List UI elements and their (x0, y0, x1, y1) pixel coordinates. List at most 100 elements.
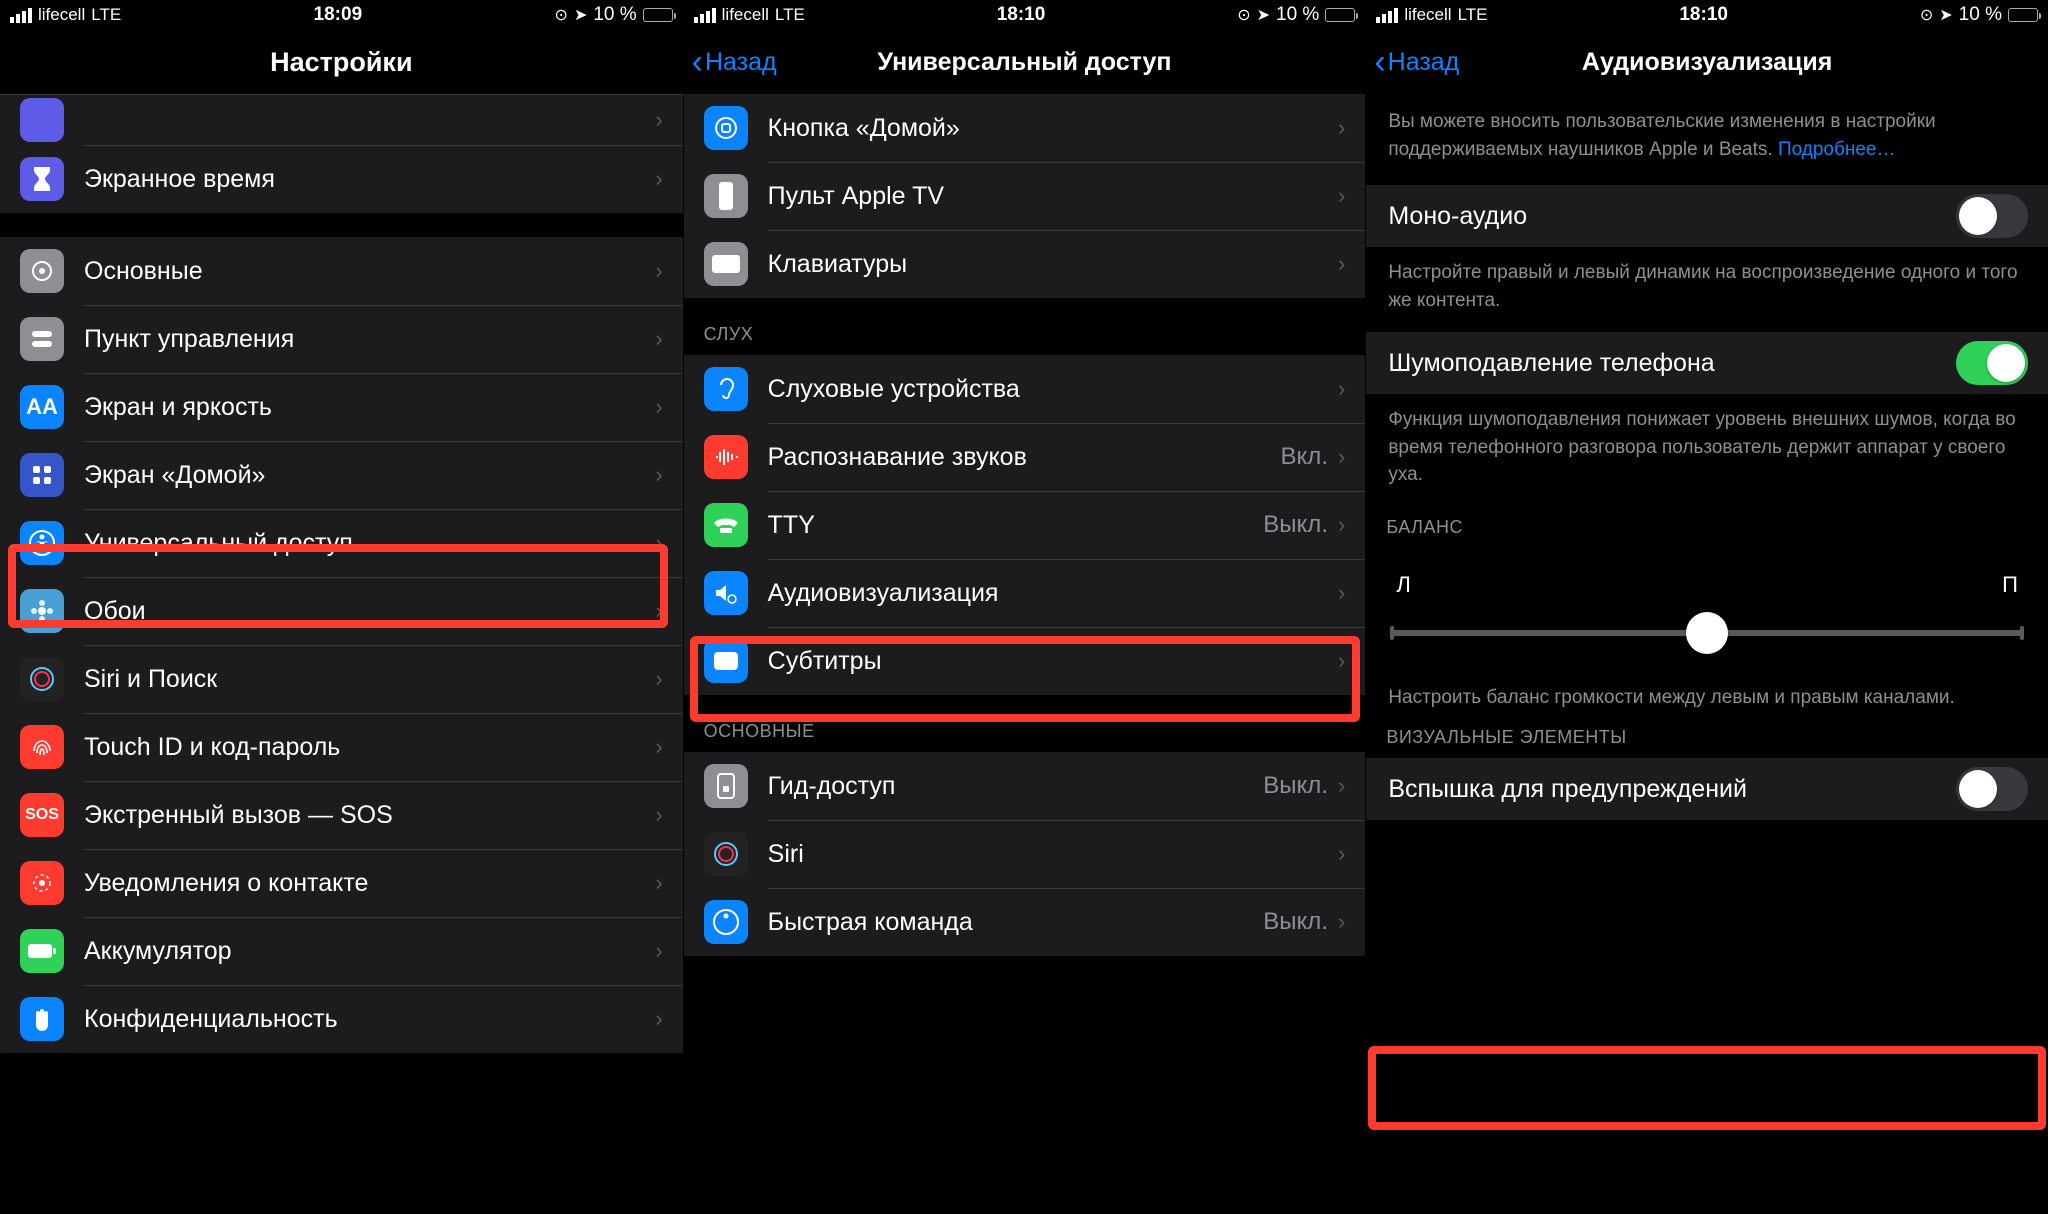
lock-screen-icon (704, 764, 748, 808)
row-label: Уведомления о контакте (84, 869, 655, 898)
chevron-right-icon: › (655, 394, 662, 420)
slider-thumb[interactable] (1686, 612, 1728, 654)
noise-cancel-footer: Функция шумоподавления понижает уровень … (1366, 394, 2048, 507)
row-sos[interactable]: SOS Экстренный вызов — SOS› (0, 781, 683, 849)
back-button[interactable]: ‹Назад (692, 45, 777, 79)
row-flash-alerts[interactable]: Вспышка для предупреждений (1366, 758, 2048, 820)
section-balance: Баланс (1366, 507, 2048, 548)
chevron-right-icon: › (1338, 648, 1345, 674)
row-screen-time[interactable]: Экранное время › (0, 145, 683, 213)
phone-audio-visual: lifecell LTE 18:10 ⊙ ➤ 10 % ‹Назад Аудио… (1365, 0, 2048, 1214)
chevron-right-icon: › (1338, 115, 1345, 141)
row-label: Основные (84, 257, 655, 286)
row-privacy[interactable]: Конфиденциальность› (0, 985, 683, 1053)
row-accessibility[interactable]: Универсальный доступ› (0, 509, 683, 577)
chevron-right-icon: › (655, 462, 662, 488)
chevron-left-icon: ‹ (1374, 45, 1385, 79)
row-label: Пункт управления (84, 325, 655, 354)
home-button-icon (704, 106, 748, 150)
learn-more-link[interactable]: Подробнее… (1778, 139, 1896, 160)
captions-icon (704, 639, 748, 683)
row-label: Экстренный вызов — SOS (84, 801, 655, 830)
row-value: Выкл. (1263, 772, 1328, 800)
navbar: ‹Назад Универсальный доступ (684, 30, 1366, 94)
carrier-label: lifecell (38, 5, 85, 25)
row-touchid[interactable]: Touch ID и код-пароль› (0, 713, 683, 781)
location-icon: ➤ (1939, 5, 1952, 25)
hourglass-icon (20, 157, 64, 201)
row-mono-audio[interactable]: Моно-аудио (1366, 185, 2048, 247)
chevron-right-icon: › (655, 530, 662, 556)
location-icon: ➤ (574, 5, 587, 25)
back-button[interactable]: ‹Назад (1374, 45, 1459, 79)
status-bar: lifecell LTE 18:10 ⊙ ➤ 10 % (684, 0, 1366, 30)
section-general: Основные (684, 695, 1366, 752)
row-audio-visual[interactable]: Аудиовизуализация› (684, 559, 1366, 627)
signal-icon (694, 8, 716, 23)
battery-icon (1325, 8, 1355, 22)
row-siri[interactable]: Siri› (684, 820, 1366, 888)
row-hearing-devices[interactable]: Слуховые устройства› (684, 355, 1366, 423)
back-label: Назад (705, 48, 777, 77)
row-value: Выкл. (1263, 511, 1328, 539)
carrier-label: lifecell (722, 5, 769, 25)
row-wallpaper[interactable]: Обои› (0, 577, 683, 645)
row-tty[interactable]: TTY Выкл.› (684, 491, 1366, 559)
back-label: Назад (1388, 48, 1460, 77)
alarm-icon: ⊙ (1920, 5, 1933, 25)
noise-cancel-switch[interactable] (1956, 341, 2028, 385)
network-label: LTE (775, 5, 805, 25)
battery-icon (643, 8, 673, 22)
chevron-right-icon: › (655, 107, 662, 133)
chevron-right-icon: › (1338, 773, 1345, 799)
siri-icon (704, 832, 748, 876)
chevron-right-icon: › (655, 326, 662, 352)
row-control-center[interactable]: Пункт управления› (0, 305, 683, 373)
chevron-right-icon: › (1338, 251, 1345, 277)
hand-icon (20, 997, 64, 1041)
navbar: ‹Назад Аудиовизуализация (1366, 30, 2048, 94)
row-noise-cancel[interactable]: Шумоподавление телефона (1366, 332, 2048, 394)
row-sound-recognition[interactable]: Распознавание звуков Вкл.› (684, 423, 1366, 491)
chevron-right-icon: › (1338, 580, 1345, 606)
row-exposure[interactable]: Уведомления о контакте› (0, 849, 683, 917)
row-label: Быстрая команда (768, 908, 1264, 937)
row-home-button[interactable]: Кнопка «Домой»› (684, 94, 1366, 162)
mono-audio-switch[interactable] (1956, 194, 2028, 238)
row-label: Touch ID и код-пароль (84, 733, 655, 762)
row-value: Вкл. (1281, 443, 1328, 471)
speaker-eye-icon (704, 571, 748, 615)
fingerprint-icon (20, 725, 64, 769)
row-guided-access[interactable]: Гид-доступ Выкл.› (684, 752, 1366, 820)
balance-slider[interactable] (1390, 630, 2024, 636)
ear-icon (704, 367, 748, 411)
row-unknown-top[interactable]: › (0, 95, 683, 145)
row-general[interactable]: Основные› (0, 237, 683, 305)
chevron-right-icon: › (655, 166, 662, 192)
row-home-screen[interactable]: Экран «Домой»› (0, 441, 683, 509)
row-label: Универсальный доступ (84, 529, 655, 558)
row-subtitles[interactable]: Субтитры› (684, 627, 1366, 695)
row-display[interactable]: AA Экран и яркость› (0, 373, 683, 441)
sos-icon: SOS (20, 793, 64, 837)
row-label: Распознавание звуков (768, 443, 1281, 472)
row-siri[interactable]: Siri и Поиск› (0, 645, 683, 713)
page-title: Настройки (270, 47, 412, 78)
chevron-right-icon: › (1338, 841, 1345, 867)
row-battery[interactable]: Аккумулятор› (0, 917, 683, 985)
row-label: Пульт Apple TV (768, 182, 1338, 211)
chevron-right-icon: › (655, 802, 662, 828)
battery-percent: 10 % (1959, 4, 2002, 26)
network-label: LTE (1458, 5, 1488, 25)
flash-alerts-switch[interactable] (1956, 767, 2028, 811)
row-apple-tv[interactable]: Пульт Apple TV› (684, 162, 1366, 230)
row-keyboards[interactable]: Клавиатуры› (684, 230, 1366, 298)
chevron-right-icon: › (1338, 909, 1345, 935)
section-visual: Визуальные элементы (1366, 721, 2048, 758)
row-label: Экран «Домой» (84, 461, 655, 490)
tty-icon (704, 503, 748, 547)
row-shortcut[interactable]: Быстрая команда Выкл.› (684, 888, 1366, 956)
status-bar: lifecell LTE 18:09 ⊙ ➤ 10 % (0, 0, 683, 30)
row-label: Обои (84, 597, 655, 626)
switches-icon (20, 317, 64, 361)
